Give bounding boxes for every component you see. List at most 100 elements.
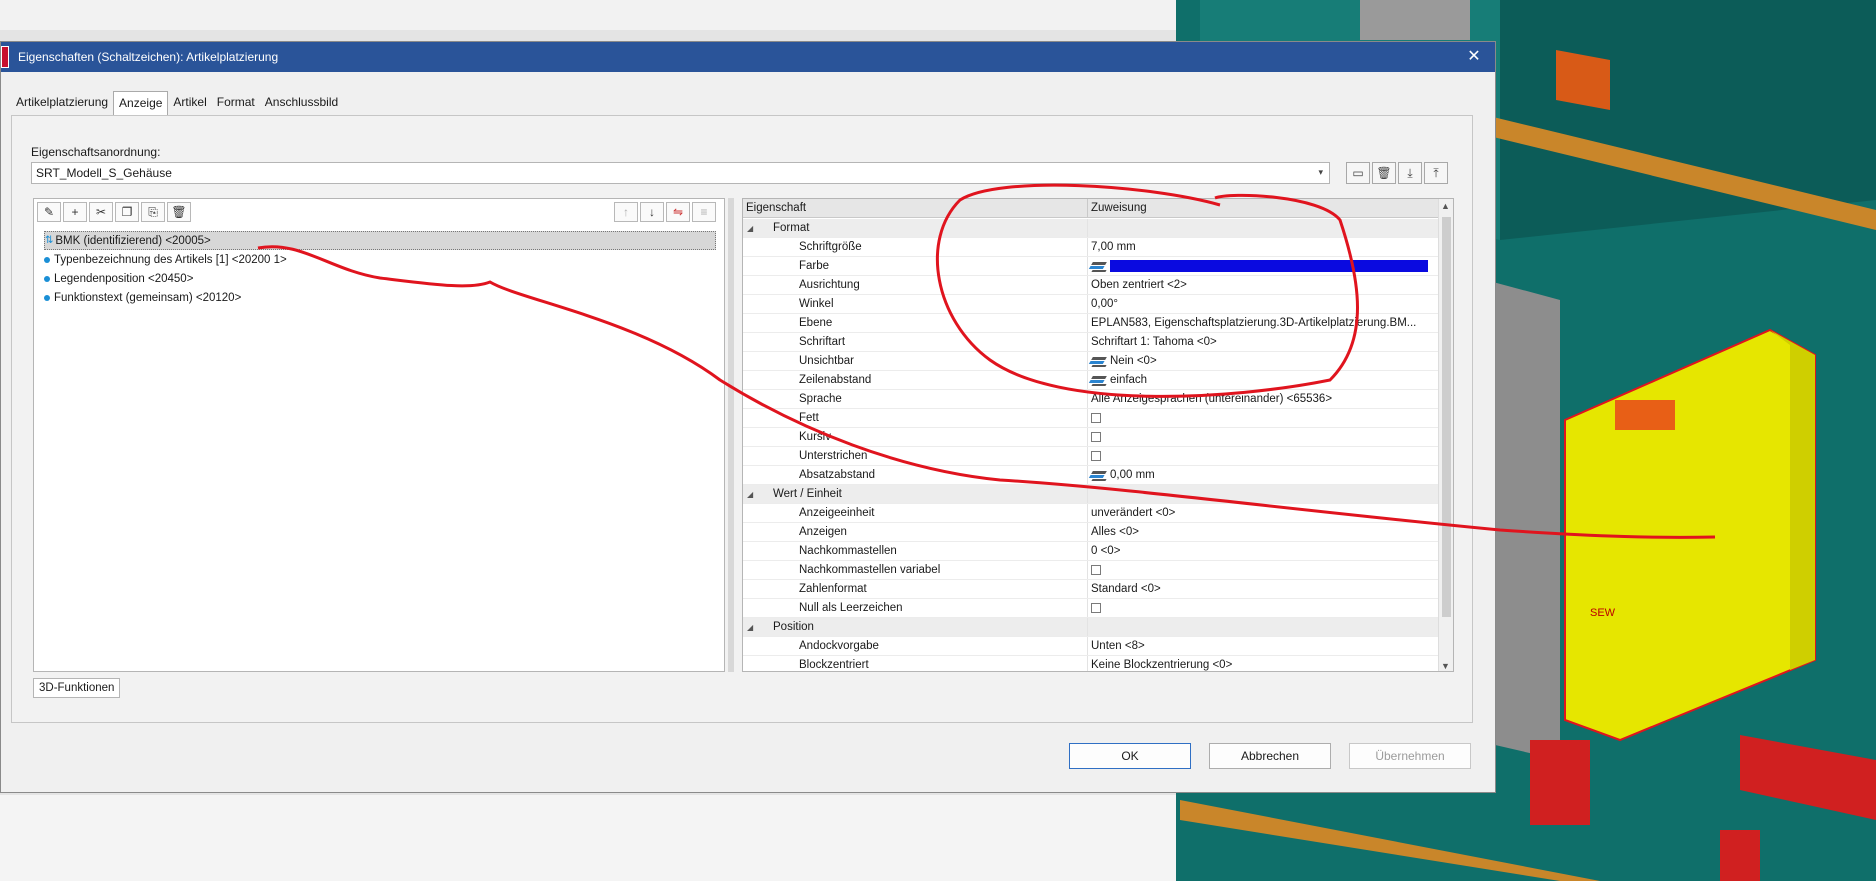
ok-button[interactable]: OK	[1069, 743, 1191, 769]
grid-row[interactable]: Ebene EPLAN583, Eigenschaftsplatzierung.3…	[743, 314, 1439, 333]
property-name-cell: Winkel	[743, 295, 1088, 313]
close-icon[interactable]: ✕	[1463, 46, 1485, 68]
property-value-cell	[1088, 485, 1439, 503]
property-value-cell[interactable]: Schriftart 1: Tahoma <0>	[1088, 333, 1439, 351]
scroll-up-icon[interactable]: ▲	[1441, 201, 1450, 211]
checkbox[interactable]	[1091, 603, 1101, 613]
property-value-cell[interactable]	[1088, 599, 1439, 617]
arrangement-select[interactable]: SRT_Modell_S_Gehäuse ▾	[31, 162, 1330, 184]
ungroup-button[interactable]: ≡	[692, 202, 716, 222]
grid-row[interactable]: Winkel 0,00°	[743, 295, 1439, 314]
property-value-cell[interactable]: 7,00 mm	[1088, 238, 1439, 256]
grid-row[interactable]: Nachkommastellen variabel	[743, 561, 1439, 580]
tree-item-legendenposition[interactable]: Legendenposition <20450>	[44, 269, 716, 288]
tree-item-funktionstext[interactable]: Funktionstext (gemeinsam) <20120>	[44, 288, 716, 307]
tab-anschlussbild[interactable]: Anschlussbild	[260, 91, 343, 115]
grid-row[interactable]: Zahlenformat Standard <0>	[743, 580, 1439, 599]
grid-row[interactable]: Unterstrichen	[743, 447, 1439, 466]
import-icon: ⤓	[1407, 165, 1413, 180]
property-value-cell[interactable]	[1088, 409, 1439, 427]
collapse-triangle-icon[interactable]: ◢	[747, 224, 773, 233]
grid-row[interactable]: Unsichtbar Nein <0>	[743, 352, 1439, 371]
collapse-triangle-icon[interactable]: ◢	[747, 490, 773, 499]
grid-row[interactable]: Anzeigeeinheit unverändert <0>	[743, 504, 1439, 523]
property-name-cell: Nachkommastellen	[743, 542, 1088, 560]
add-button[interactable]: +	[63, 202, 87, 222]
delete-arrangement-button[interactable]: 🗑	[1372, 162, 1396, 184]
tree-item-typenbezeichnung[interactable]: Typenbezeichnung des Artikels [1] <20200…	[44, 250, 716, 269]
checkbox[interactable]	[1091, 432, 1101, 442]
checkbox[interactable]	[1091, 565, 1101, 575]
save-arrangement-button[interactable]: ▭	[1346, 162, 1370, 184]
tab-artikel[interactable]: Artikel	[168, 91, 211, 115]
property-name: Sprache	[799, 393, 842, 405]
grid-row[interactable]: Sprache Alle Anzeigesprachen (untereinand…	[743, 390, 1439, 409]
property-list-pane: ✎ + ✂ ❐ ⎘ 🗑 ↑ ↓ ⇋ ≡ ⇅ BMK (identifiziere…	[33, 198, 725, 672]
property-value-cell[interactable]	[1088, 561, 1439, 579]
property-value-cell[interactable]: Alles <0>	[1088, 523, 1439, 541]
move-down-button[interactable]: ↓	[640, 202, 664, 222]
property-value-cell[interactable]: einfach	[1088, 371, 1439, 389]
grid-row[interactable]: Null als Leerzeichen	[743, 599, 1439, 618]
group-button[interactable]: ⇋	[666, 202, 690, 222]
column-header-property[interactable]: Eigenschaft	[743, 199, 1088, 217]
property-value: Alles <0>	[1091, 526, 1139, 538]
grid-row[interactable]: Blockzentriert Keine Blockzentrierung <0>	[743, 656, 1439, 671]
layer-stack-icon	[1091, 260, 1107, 272]
grid-group-row[interactable]: ◢ Wert / Einheit	[743, 485, 1439, 504]
checkbox[interactable]	[1091, 451, 1101, 461]
tab-3d-funktionen[interactable]: 3D-Funktionen	[33, 678, 121, 698]
grid-group-row[interactable]: ◢ Position	[743, 618, 1439, 637]
cancel-button[interactable]: Abbrechen	[1209, 743, 1331, 769]
apply-button[interactable]: Übernehmen	[1349, 743, 1471, 769]
property-value-cell[interactable]: unverändert <0>	[1088, 504, 1439, 522]
group-icon: ⇋	[672, 205, 684, 219]
delete-button[interactable]: 🗑	[167, 202, 191, 222]
property-value-cell[interactable]: 0 <0>	[1088, 542, 1439, 560]
color-swatch	[1110, 260, 1428, 272]
collapse-triangle-icon[interactable]: ◢	[747, 623, 773, 632]
grid-scrollbar[interactable]: ▲ ▼	[1438, 199, 1453, 671]
grid-group-row[interactable]: ◢ Format	[743, 219, 1439, 238]
property-value-cell[interactable]: Alle Anzeigesprachen (untereinander) <65…	[1088, 390, 1439, 408]
property-value-cell[interactable]: 0,00°	[1088, 295, 1439, 313]
grid-row[interactable]: Zeilenabstand einfach	[743, 371, 1439, 390]
tab-format[interactable]: Format	[212, 91, 260, 115]
property-value-cell[interactable]: Unten <8>	[1088, 637, 1439, 655]
property-value-cell[interactable]: Oben zentriert <2>	[1088, 276, 1439, 294]
grid-row[interactable]: Anzeigen Alles <0>	[743, 523, 1439, 542]
grid-row[interactable]: Ausrichtung Oben zentriert <2>	[743, 276, 1439, 295]
grid-row[interactable]: Kursiv	[743, 428, 1439, 447]
property-value-cell[interactable]: Keine Blockzentrierung <0>	[1088, 656, 1439, 671]
grid-row[interactable]: Schriftart Schriftart 1: Tahoma <0>	[743, 333, 1439, 352]
layer-stack-icon	[1091, 355, 1107, 367]
grid-row[interactable]: Schriftgröße 7,00 mm	[743, 238, 1439, 257]
cut-button[interactable]: ✂	[89, 202, 113, 222]
property-value-cell[interactable]: Standard <0>	[1088, 580, 1439, 598]
checkbox[interactable]	[1091, 413, 1101, 423]
grid-row[interactable]: Nachkommastellen 0 <0>	[743, 542, 1439, 561]
column-header-assignment[interactable]: Zuweisung	[1088, 199, 1150, 217]
tree-item-bmk[interactable]: ⇅ BMK (identifizierend) <20005>	[44, 231, 716, 250]
export-arrangement-button[interactable]: ⤒	[1424, 162, 1448, 184]
property-value-cell[interactable]: EPLAN583, Eigenschaftsplatzierung.3D-Art…	[1088, 314, 1439, 332]
grid-row[interactable]: Fett	[743, 409, 1439, 428]
property-value-cell[interactable]: Nein <0>	[1088, 352, 1439, 370]
grid-row[interactable]: Absatzabstand 0,00 mm	[743, 466, 1439, 485]
grid-row[interactable]: Andockvorgabe Unten <8>	[743, 637, 1439, 656]
property-value-cell[interactable]	[1088, 447, 1439, 465]
tab-anzeige[interactable]: Anzeige	[113, 91, 169, 115]
copy-button[interactable]: ❐	[115, 202, 139, 222]
property-value-cell[interactable]	[1088, 428, 1439, 446]
edit-button[interactable]: ✎	[37, 202, 61, 222]
move-up-button[interactable]: ↑	[614, 202, 638, 222]
paste-button[interactable]: ⎘	[141, 202, 165, 222]
scroll-down-icon[interactable]: ▼	[1441, 661, 1450, 671]
property-value-cell[interactable]: 0,00 mm	[1088, 466, 1439, 484]
import-arrangement-button[interactable]: ⤓	[1398, 162, 1422, 184]
scrollbar-thumb[interactable]	[1442, 217, 1451, 617]
pane-splitter[interactable]	[728, 198, 734, 672]
grid-row[interactable]: Farbe	[743, 257, 1439, 276]
tab-artikelplatzierung[interactable]: Artikelplatzierung	[11, 91, 113, 115]
property-value-cell[interactable]	[1088, 257, 1439, 275]
